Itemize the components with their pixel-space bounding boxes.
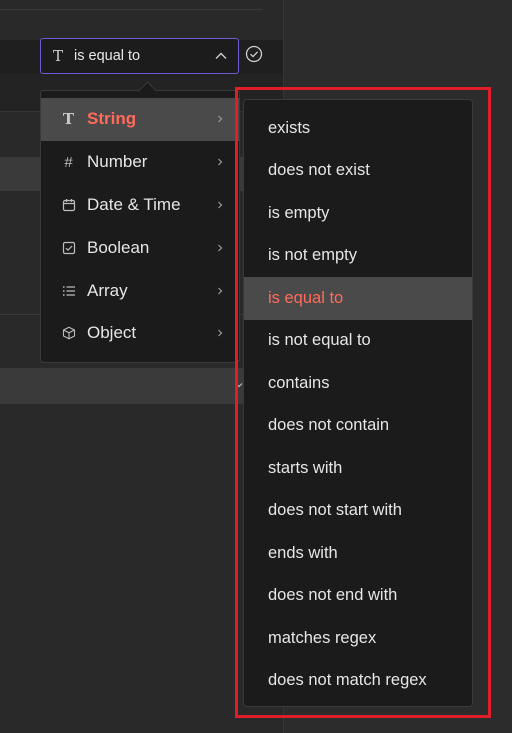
type-item-label: Date & Time bbox=[87, 194, 181, 214]
type-item-label: Array bbox=[87, 280, 128, 300]
type-item-string[interactable]: T String bbox=[41, 98, 239, 141]
text-type-icon: T bbox=[62, 110, 75, 129]
calendar-icon bbox=[61, 197, 76, 212]
type-item-number[interactable]: # Number bbox=[41, 141, 239, 184]
chevron-right-icon bbox=[218, 287, 223, 295]
type-item-date-time[interactable]: Date & Time bbox=[41, 184, 239, 227]
type-item-label: String bbox=[87, 109, 137, 129]
check-circle-icon[interactable] bbox=[245, 45, 263, 63]
highlight-box bbox=[235, 87, 491, 718]
list-icon bbox=[61, 283, 76, 298]
text-type-icon: T bbox=[52, 47, 63, 65]
type-item-array[interactable]: Array bbox=[41, 269, 239, 312]
checkbox-icon bbox=[61, 240, 76, 255]
cube-icon bbox=[61, 326, 76, 341]
type-item-label: Boolean bbox=[87, 237, 150, 257]
chevron-right-icon bbox=[218, 244, 223, 252]
type-item-object[interactable]: Object bbox=[41, 312, 239, 355]
operator-select[interactable]: T is equal to bbox=[40, 38, 239, 74]
type-item-label: Number bbox=[87, 152, 148, 172]
chevron-right-icon bbox=[218, 158, 223, 166]
type-item-label: Object bbox=[87, 323, 137, 343]
hash-icon: # bbox=[64, 153, 73, 171]
type-item-boolean[interactable]: Boolean bbox=[41, 226, 239, 269]
chevron-right-icon bbox=[218, 115, 223, 123]
chevron-right-icon bbox=[218, 329, 223, 337]
type-menu: T String # Number Date & Time Boolean Array Obj… bbox=[40, 81, 240, 363]
chevron-right-icon bbox=[218, 201, 223, 209]
operator-select-value: is equal to bbox=[74, 48, 141, 64]
chevron-up-icon bbox=[215, 52, 227, 59]
divider bbox=[0, 9, 262, 10]
